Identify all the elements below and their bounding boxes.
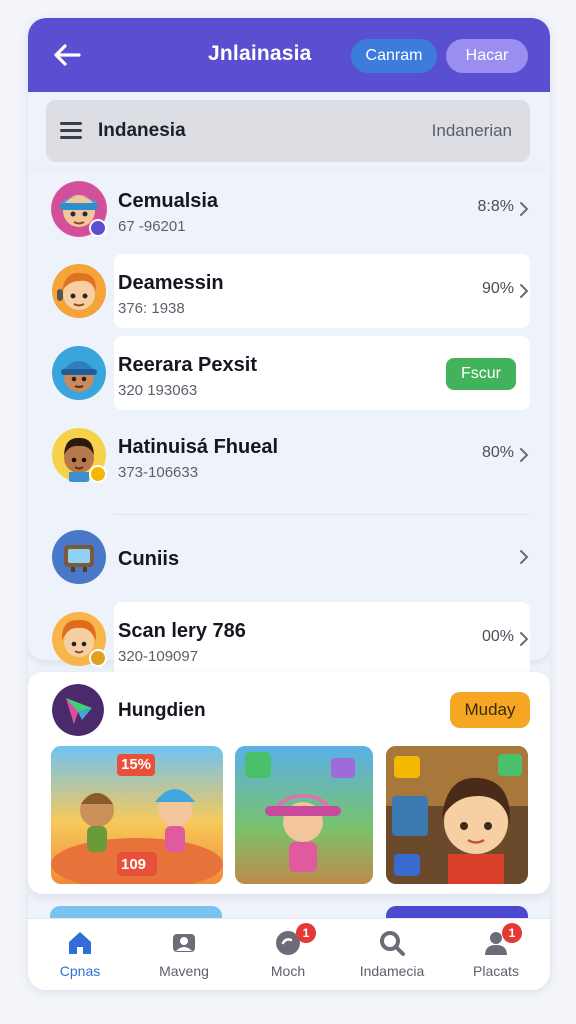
list-item-subtitle: 376: 1938 [118, 300, 185, 317]
filter-right-text: Indanerian [431, 121, 512, 140]
tab-label: Maveng [159, 963, 209, 979]
tab-chat[interactable]: 1 Moch [236, 919, 340, 990]
status-badge [89, 649, 107, 667]
avatar [51, 263, 107, 319]
list-item-subtitle: 320-109097 [118, 648, 199, 665]
arrow-left-icon [54, 44, 81, 66]
game-thumbnail[interactable] [386, 746, 528, 884]
thumbnail-badge-bottom: 109 [121, 856, 147, 873]
list-item-name: Cemualsia [118, 190, 219, 212]
status-badge [89, 219, 107, 237]
chevron-right-icon [520, 632, 529, 646]
list-item[interactable]: Cemualsia 67 -96201 8:8% [28, 170, 550, 248]
notification-badge: 1 [502, 923, 522, 943]
tab-search[interactable]: Indamecia [340, 919, 444, 990]
chevron-right-icon [520, 550, 529, 564]
list-item-name: Reerara Pexsit [118, 354, 257, 376]
fscur-button[interactable]: Fscur [446, 358, 516, 390]
tab-home[interactable]: Cpnas [28, 919, 132, 990]
home-icon [69, 932, 91, 954]
list-item-name: Scan lery 786 [118, 620, 246, 642]
avatar [51, 529, 107, 585]
tab-profile[interactable]: 1 Placats [444, 919, 548, 990]
bottom-tab-bar: Cpnas Maveng 1 Moch Indamecia 1 Placats [28, 918, 550, 990]
list-item[interactable]: Scan lery 786 320-109097 00% [28, 600, 550, 678]
gallery-icon [173, 934, 195, 952]
list-item-subtitle: 320 193063 [118, 382, 198, 399]
filter-bar[interactable]: Indanesia Indanerian [46, 100, 530, 162]
list-item-name: Hatinuisá Fhueal [118, 436, 279, 458]
list-item-value: 8:8% [477, 198, 514, 215]
list-item-name: Deamessin [118, 272, 224, 294]
tab-label: Indamecia [359, 963, 425, 979]
game-thumbnail[interactable]: 15% 109 [51, 746, 223, 884]
hamburger-menu-icon[interactable] [60, 122, 82, 140]
list-item-subtitle: 373-106633 [118, 464, 199, 481]
chevron-right-icon [520, 202, 529, 216]
app-screen: Jnlainasia Canram Hacar Indanesia Indane… [28, 18, 550, 990]
notification-badge: 1 [296, 923, 316, 943]
list-item-value: 90% [481, 280, 514, 297]
list-item-subtitle: 67 -96201 [118, 218, 186, 235]
app-header: Jnlainasia Canram Hacar [28, 18, 550, 92]
game-thumbnail[interactable] [235, 746, 373, 884]
tab-label: Cpnas [59, 963, 101, 979]
contact-list: Cemualsia 67 -96201 8:8% Deamessin 376: … [28, 170, 550, 676]
tab-label: Moch [270, 963, 306, 979]
list-item-value: 00% [481, 628, 514, 645]
featured-title: Hungdien [118, 700, 206, 721]
list-item[interactable]: Hatinuisá Fhueal 373-106633 80% [28, 416, 550, 494]
list-item[interactable]: Cuniis [28, 518, 550, 596]
avatar [51, 345, 107, 401]
tab-label: Placats [473, 963, 519, 979]
list-item-value: 80% [481, 444, 514, 461]
featured-logo-icon [52, 684, 104, 736]
hacar-button[interactable]: Hacar [446, 39, 528, 73]
list-item-name: Cuniis [118, 548, 180, 570]
divider [114, 514, 530, 515]
list-item[interactable]: Reerara Pexsit 320 193063 Fscur [28, 334, 550, 412]
back-button[interactable] [50, 38, 84, 72]
list-item[interactable]: Deamessin 376: 1938 90% [28, 252, 550, 330]
chevron-right-icon [520, 448, 529, 462]
canram-button[interactable]: Canram [351, 39, 437, 73]
chevron-right-icon [520, 284, 529, 298]
featured-card: Hungdien Muday 15% 109 [28, 672, 550, 894]
tab-gallery[interactable]: Maveng [132, 919, 236, 990]
filter-title: Indanesia [98, 120, 186, 141]
status-badge [89, 465, 107, 483]
muday-button[interactable]: Muday [450, 692, 530, 728]
thumbnail-badge-top: 15% [121, 756, 152, 773]
page-title: Jnlainasia [208, 42, 312, 65]
search-icon [380, 931, 405, 956]
